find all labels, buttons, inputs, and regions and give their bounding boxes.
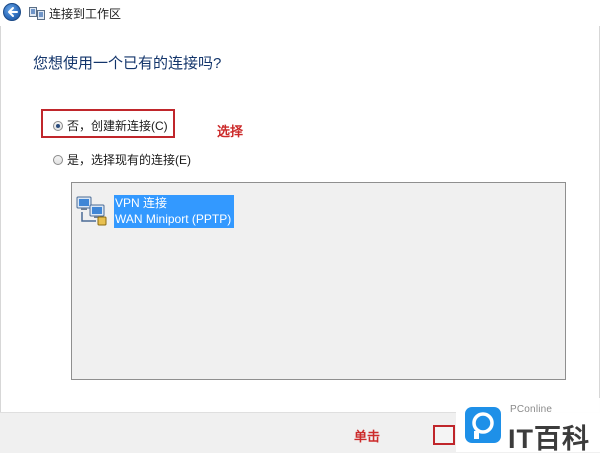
pconline-logo-icon: [465, 407, 501, 443]
network-icon: [29, 7, 45, 20]
list-item[interactable]: VPN 连接 WAN Miniport (PPTP): [76, 195, 235, 228]
next-button[interactable]: [433, 425, 455, 445]
annotation-click: 单击: [354, 429, 381, 444]
use-existing-connection-radio[interactable]: 是，选择现有的连接(E): [53, 151, 191, 168]
back-arrow-icon: [8, 7, 18, 17]
back-button[interactable]: [3, 3, 21, 21]
title-bar: 连接到工作区: [0, 0, 600, 26]
option-label: 是，选择现有的连接(E): [67, 153, 191, 167]
annotation-select: 选择: [217, 124, 244, 139]
vpn-connection-icon: [76, 196, 107, 226]
existing-connections-list[interactable]: VPN 连接 WAN Miniport (PPTP): [71, 182, 566, 380]
radio-button-checked[interactable]: [53, 120, 63, 131]
radio-button-unchecked[interactable]: [53, 154, 63, 165]
connection-label[interactable]: VPN 连接 WAN Miniport (PPTP): [114, 195, 235, 228]
connection-name: VPN 连接: [115, 196, 168, 210]
option-label: 否，创建新连接(C): [67, 119, 168, 133]
window-title: 连接到工作区: [49, 7, 122, 21]
page-question: 您想使用一个已有的连接吗?: [33, 55, 222, 72]
watermark-logo-text: IT百科: [508, 424, 590, 454]
create-new-connection-radio[interactable]: 否，创建新连接(C): [53, 117, 168, 134]
connection-device: WAN Miniport (PPTP): [115, 212, 232, 226]
watermark: PConline IT百科: [456, 398, 600, 454]
watermark-brand: PConline: [510, 404, 553, 415]
logo-mark-icon: [472, 412, 494, 439]
